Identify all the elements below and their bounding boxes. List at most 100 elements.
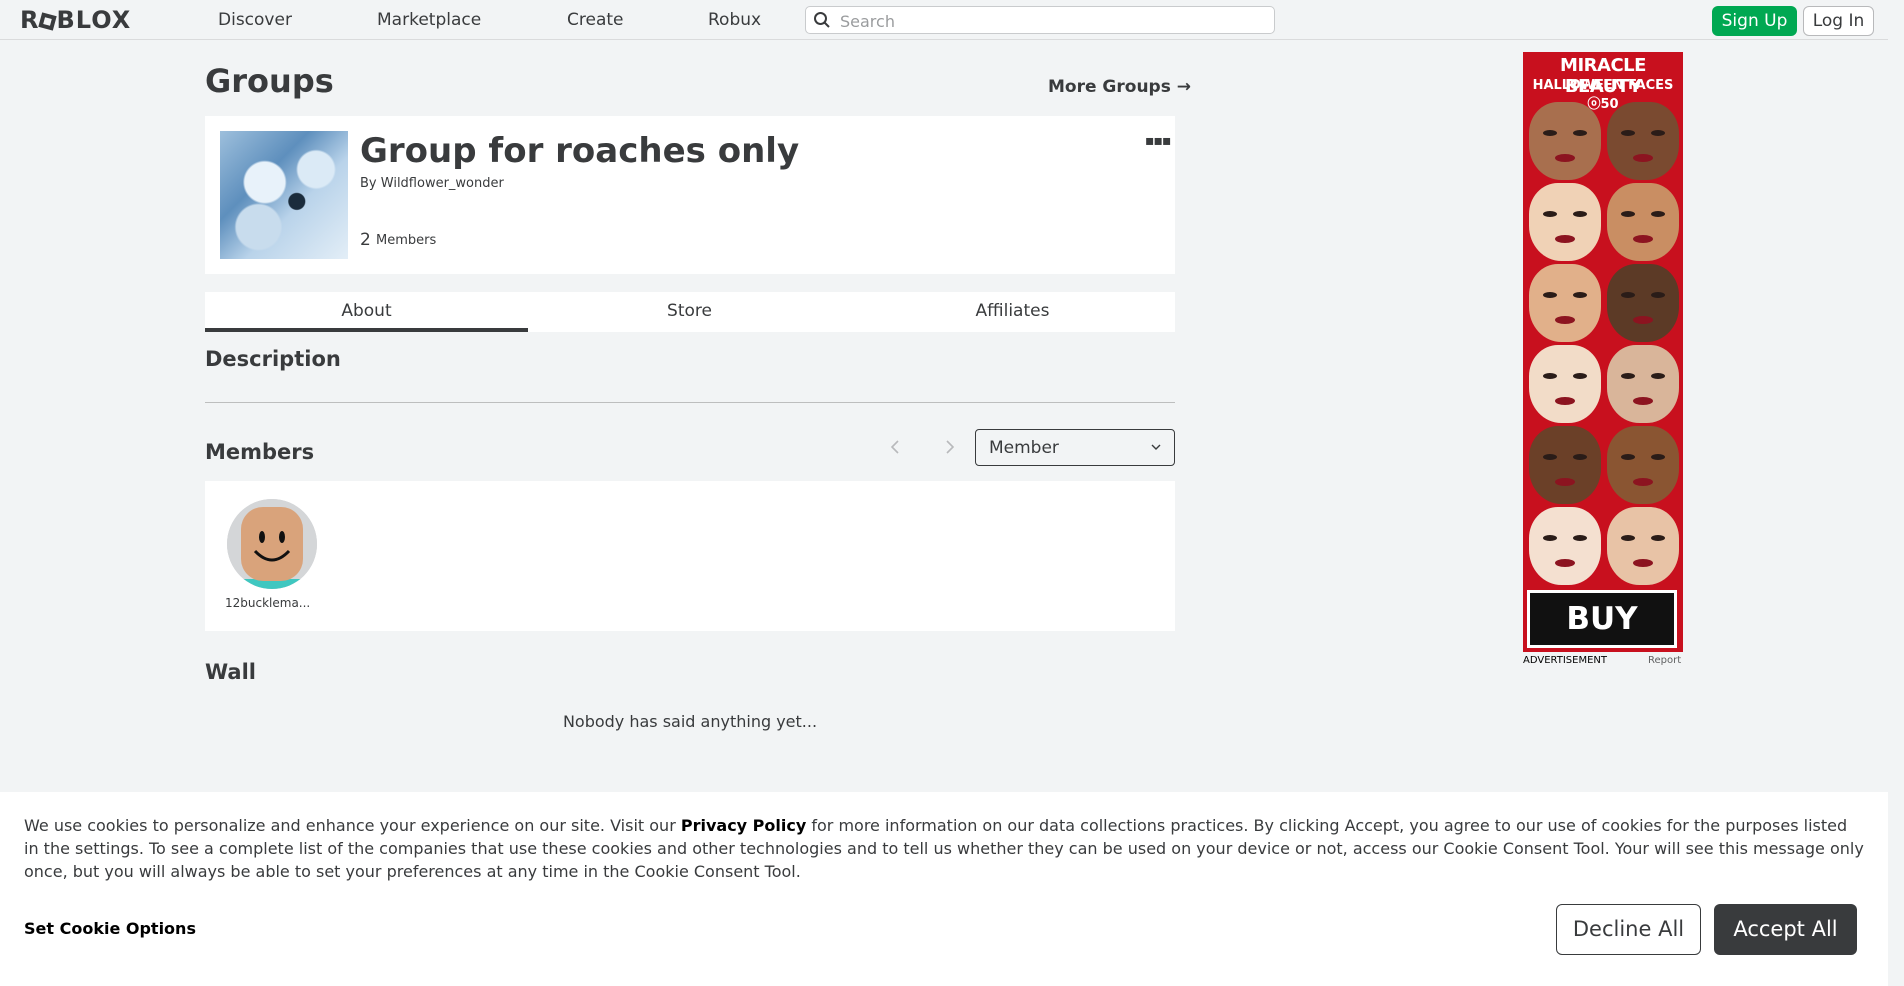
ad-face-mouth	[1555, 478, 1575, 486]
ad-face-eye	[1543, 454, 1557, 460]
set-cookie-options-link[interactable]: Set Cookie Options	[24, 919, 196, 938]
ad-face-mouth	[1555, 397, 1575, 405]
nav-link-create[interactable]: Create	[567, 10, 624, 30]
ad-face-mouth	[1633, 235, 1653, 243]
nav-link-discover[interactable]: Discover	[218, 10, 292, 30]
page-scrollbar[interactable]	[1888, 0, 1904, 986]
ad-face-eye	[1651, 454, 1665, 460]
ad-face-mouth	[1633, 559, 1653, 567]
ad-label: ADVERTISEMENT	[1523, 655, 1608, 666]
wall-empty-message: Nobody has said anything yet...	[562, 712, 818, 731]
ad-face-icon	[1607, 507, 1679, 585]
top-navigation-bar: R BLOX Discover Marketplace Create Robux …	[0, 0, 1904, 40]
members-list: 12bucklema...	[205, 481, 1175, 631]
member-avatar-face-icon	[227, 499, 317, 589]
ad-face-mouth	[1633, 478, 1653, 486]
ad-face-eye	[1621, 454, 1635, 460]
decline-all-button[interactable]: Decline All	[1556, 904, 1701, 955]
ad-face-icon	[1529, 102, 1601, 180]
ad-face-eye	[1543, 373, 1557, 379]
ad-face-eye	[1651, 130, 1665, 136]
group-member-count: 2	[360, 230, 371, 250]
ad-face-eye	[1651, 211, 1665, 217]
more-groups-link[interactable]: More Groups →	[1048, 77, 1191, 97]
ad-face-eye	[1621, 535, 1635, 541]
ad-face-icon	[1529, 183, 1601, 261]
role-filter-value: Member	[989, 438, 1059, 458]
ad-face-eye	[1573, 130, 1587, 136]
advertisement-banner[interactable]: MIRACLE BEAUTY HALLOWEEN FACES ⓞ50 BUY N…	[1523, 52, 1683, 652]
member-name[interactable]: 12bucklema...	[225, 596, 319, 610]
tab-about[interactable]: About	[205, 292, 528, 332]
ad-face-icon	[1529, 426, 1601, 504]
ad-face-mouth	[1555, 316, 1575, 324]
ellipsis-icon[interactable]: ▪▪▪	[1145, 133, 1171, 149]
ad-face-icon	[1529, 507, 1601, 585]
search-box[interactable]	[805, 6, 1275, 34]
nav-link-robux[interactable]: Robux	[708, 10, 761, 30]
ad-face-icon	[1607, 183, 1679, 261]
members-heading: Members	[205, 440, 315, 464]
ad-face-eye	[1621, 130, 1635, 136]
ad-face-mouth	[1633, 397, 1653, 405]
ad-face-icon	[1529, 345, 1601, 423]
ad-face-eye	[1573, 373, 1587, 379]
ad-face-eye	[1651, 373, 1665, 379]
ad-face-eye	[1573, 535, 1587, 541]
ad-face-icon	[1607, 345, 1679, 423]
cookie-message: We use cookies to personalize and enhanc…	[24, 814, 1864, 883]
ad-face-eye	[1621, 292, 1635, 298]
group-member-count-label: Members	[376, 233, 437, 248]
ad-face-icon	[1607, 264, 1679, 342]
group-title: Group for roaches only	[360, 131, 800, 171]
wall-heading: Wall	[205, 660, 256, 684]
chevron-down-icon	[1151, 444, 1161, 450]
avatar[interactable]	[227, 499, 317, 589]
sign-up-button[interactable]: Sign Up	[1712, 6, 1797, 36]
ad-face-mouth	[1633, 154, 1653, 162]
ad-report-link[interactable]: Report	[1648, 655, 1681, 666]
ad-face-eye	[1621, 211, 1635, 217]
group-header-card: Group for roaches only By Wildflower_won…	[205, 116, 1175, 274]
role-filter-dropdown[interactable]: Member	[975, 429, 1175, 466]
chevron-left-icon[interactable]	[885, 436, 907, 458]
ad-face-eye	[1573, 454, 1587, 460]
group-owner-link[interactable]: Wildflower_wonder	[381, 176, 504, 191]
ad-face-icon	[1607, 102, 1679, 180]
ad-face-eye	[1621, 373, 1635, 379]
ad-face-mouth	[1555, 559, 1575, 567]
description-heading: Description	[205, 347, 341, 371]
group-owner-line: By Wildflower_wonder	[360, 176, 504, 191]
search-icon	[814, 12, 830, 28]
ad-face-eye	[1543, 535, 1557, 541]
ad-face-icon	[1529, 264, 1601, 342]
ad-buy-now-button[interactable]: BUY NOW	[1527, 590, 1677, 648]
cookie-text-before: We use cookies to personalize and enhanc…	[24, 816, 681, 835]
log-in-button[interactable]: Log In	[1803, 6, 1874, 36]
privacy-policy-link[interactable]: Privacy Policy	[681, 816, 806, 835]
ad-face-eye	[1573, 292, 1587, 298]
cookie-consent-banner: We use cookies to personalize and enhanc…	[0, 792, 1888, 986]
group-owner-prefix: By	[360, 176, 377, 191]
group-tabs: About Store Affiliates	[205, 292, 1175, 332]
accept-all-button[interactable]: Accept All	[1714, 904, 1857, 955]
nav-link-marketplace[interactable]: Marketplace	[377, 10, 481, 30]
ad-face-eye	[1651, 292, 1665, 298]
search-input[interactable]	[838, 10, 1262, 32]
ad-face-icon	[1607, 426, 1679, 504]
chevron-right-icon[interactable]	[938, 436, 960, 458]
roblox-logo[interactable]: R BLOX	[20, 6, 131, 34]
ad-face-eye	[1543, 292, 1557, 298]
ad-face-eye	[1651, 535, 1665, 541]
ad-face-mouth	[1555, 235, 1575, 243]
page-title: Groups	[205, 62, 334, 100]
ad-face-mouth	[1633, 316, 1653, 324]
tab-affiliates[interactable]: Affiliates	[851, 292, 1174, 332]
ad-face-eye	[1573, 211, 1587, 217]
tab-store[interactable]: Store	[528, 292, 851, 332]
section-divider	[205, 402, 1175, 403]
ad-face-mouth	[1555, 154, 1575, 162]
group-emblem-image	[220, 131, 348, 259]
ad-face-eye	[1543, 130, 1557, 136]
ad-face-eye	[1543, 211, 1557, 217]
